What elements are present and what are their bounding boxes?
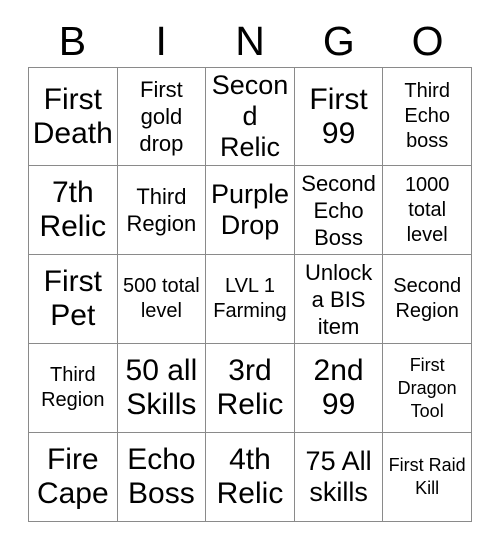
bingo-cell[interactable]: Second Region bbox=[382, 254, 472, 344]
bingo-cell-label: 3rd Relic bbox=[216, 354, 284, 421]
bingo-cell[interactable]: Third Region bbox=[28, 343, 118, 433]
bingo-cell-label: LVL 1 Farming bbox=[213, 275, 287, 322]
bingo-cell[interactable]: 500 total level bbox=[116, 254, 207, 344]
bingo-row: Third Region 50 all Skills 3rd Relic 2nd… bbox=[28, 343, 472, 433]
bingo-cell[interactable]: Fire Cape bbox=[28, 432, 118, 522]
bingo-cell-label: 1000 total level bbox=[404, 173, 450, 246]
bingo-cell[interactable]: 4th Relic bbox=[205, 432, 295, 522]
bingo-cell[interactable]: 7th Relic bbox=[28, 165, 118, 255]
bingo-cell[interactable]: Third Region bbox=[116, 165, 207, 255]
bingo-cell-label: First 99 bbox=[309, 82, 368, 150]
bingo-cell-label: Third Region bbox=[126, 184, 197, 236]
bingo-cell[interactable]: Second Echo Boss bbox=[293, 165, 384, 255]
bingo-cell[interactable]: First Pet bbox=[28, 254, 118, 344]
bingo-cell-label: Purple Drop bbox=[210, 179, 289, 240]
bingo-cell[interactable]: Echo Boss bbox=[116, 432, 207, 522]
bingo-row: First Death First gold drop Second Relic… bbox=[28, 67, 472, 166]
bingo-cell-label: First Pet bbox=[43, 265, 102, 332]
bingo-cell-label: First Dragon Tool bbox=[397, 354, 457, 421]
bingo-cell-label: 2nd 99 bbox=[313, 354, 364, 421]
bingo-header-letter-o: O bbox=[411, 18, 444, 64]
bingo-cell-label: First Raid Kill bbox=[388, 455, 466, 498]
bingo-cell[interactable]: First Death bbox=[28, 67, 118, 166]
bingo-cell[interactable]: LVL 1 Farming bbox=[205, 254, 295, 344]
bingo-cell-label: 50 all Skills bbox=[125, 354, 198, 421]
bingo-header-letter-b: B bbox=[58, 18, 87, 64]
bingo-cell-label: Third Region bbox=[41, 364, 105, 411]
bingo-cell-label: Fire Cape bbox=[36, 443, 109, 510]
bingo-cell[interactable]: Second Relic bbox=[205, 67, 295, 166]
bingo-cell-label: 7th Relic bbox=[39, 176, 107, 243]
bingo-header-row: B I N G O bbox=[28, 0, 472, 65]
bingo-cell[interactable]: 50 all Skills bbox=[116, 343, 207, 433]
bingo-cell[interactable]: 1000 total level bbox=[382, 165, 472, 255]
bingo-card: B I N G O First Death First gold drop Se… bbox=[0, 0, 500, 544]
bingo-header-letter-i: I bbox=[155, 18, 167, 64]
bingo-row: 7th Relic Third Region Purple Drop Secon… bbox=[28, 165, 472, 255]
bingo-cell[interactable]: 75 All skills bbox=[293, 432, 384, 522]
bingo-cell-label: 500 total level bbox=[123, 275, 200, 322]
bingo-header-letter-n: N bbox=[235, 18, 265, 64]
bingo-cell-label: 75 All skills bbox=[305, 446, 372, 507]
bingo-grid: First Death First gold drop Second Relic… bbox=[28, 67, 472, 522]
bingo-cell[interactable]: 3rd Relic bbox=[205, 343, 295, 433]
bingo-cell-label: Second Relic bbox=[211, 70, 289, 162]
bingo-cell-label: Echo Boss bbox=[127, 443, 196, 510]
bingo-cell[interactable]: First Dragon Tool bbox=[382, 343, 472, 433]
bingo-cell[interactable]: First Raid Kill bbox=[382, 432, 472, 522]
bingo-cell-label: Third Echo boss bbox=[404, 80, 450, 152]
bingo-cell[interactable]: Purple Drop bbox=[205, 165, 295, 255]
bingo-cell[interactable]: Third Echo boss bbox=[382, 67, 472, 166]
bingo-cell-label: 4th Relic bbox=[216, 443, 284, 510]
bingo-cell-label: First gold drop bbox=[139, 77, 184, 156]
bingo-cell[interactable]: First gold drop bbox=[116, 67, 207, 166]
bingo-row: First Pet 500 total level LVL 1 Farming … bbox=[28, 254, 472, 344]
bingo-header-letter-g: G bbox=[322, 18, 355, 64]
bingo-cell-label: First Death bbox=[32, 82, 113, 150]
bingo-row: Fire Cape Echo Boss 4th Relic 75 All ski… bbox=[28, 432, 472, 522]
bingo-cell[interactable]: 2nd 99 bbox=[293, 343, 384, 433]
bingo-cell[interactable]: First 99 bbox=[293, 67, 384, 166]
bingo-cell[interactable]: Unlock a BIS item bbox=[293, 254, 384, 344]
bingo-cell-label: Second Echo Boss bbox=[301, 170, 376, 250]
bingo-cell-label: Unlock a BIS item bbox=[304, 259, 373, 339]
bingo-cell-label: Second Region bbox=[393, 275, 462, 322]
